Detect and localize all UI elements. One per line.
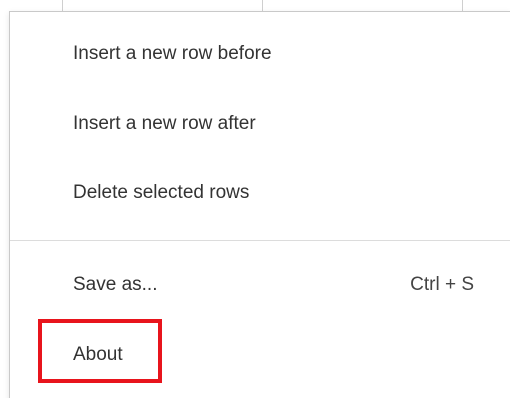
menu-item-insert-row-before[interactable]: Insert a new row before (10, 24, 510, 84)
menu-item-label: Insert a new row before (73, 43, 272, 64)
menu-item-label: Delete selected rows (73, 182, 250, 203)
menu-item-save-as[interactable]: Save as... Ctrl + S (10, 255, 510, 315)
menu-item-insert-row-after[interactable]: Insert a new row after (10, 94, 510, 154)
screenshot-canvas: Insert a new row before Insert a new row… (0, 0, 510, 398)
context-menu: Insert a new row before Insert a new row… (9, 11, 510, 398)
menu-item-delete-selected-rows[interactable]: Delete selected rows (10, 163, 510, 223)
menu-separator (10, 240, 510, 241)
menu-item-label: About (73, 344, 123, 365)
menu-item-label: Insert a new row after (73, 113, 256, 134)
menu-item-about[interactable]: About (10, 325, 510, 385)
menu-item-label: Save as... (73, 274, 158, 295)
menu-item-shortcut: Ctrl + S (410, 274, 474, 295)
